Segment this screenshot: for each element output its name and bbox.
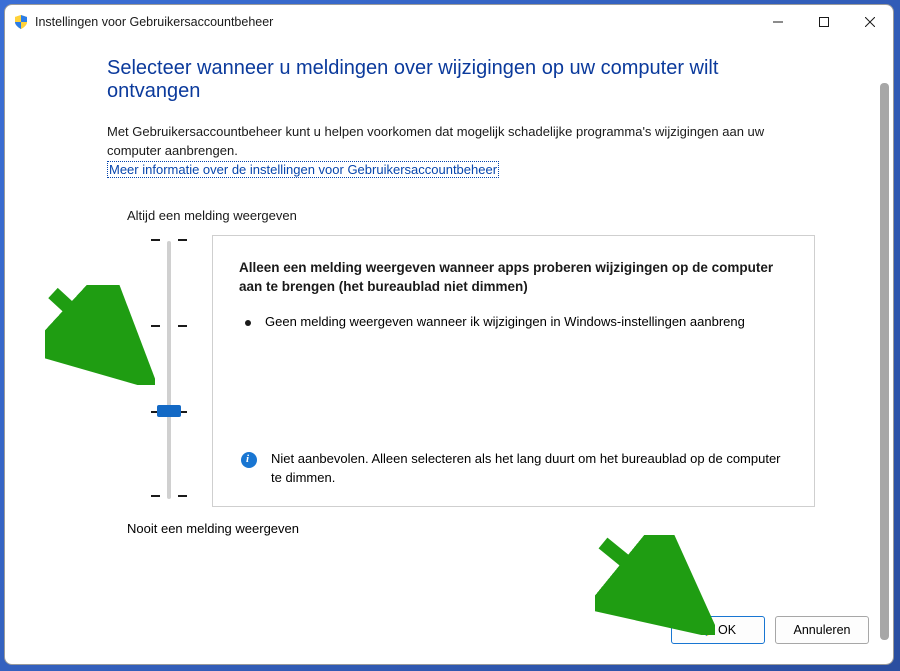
level-warning-text: Niet aanbevolen. Alleen selecteren als h…	[271, 450, 790, 488]
ok-button[interactable]: OK	[671, 616, 765, 644]
uac-slider[interactable]	[107, 235, 212, 505]
minimize-button[interactable]	[755, 7, 801, 37]
cancel-button[interactable]: Annuleren	[775, 616, 869, 644]
level-bullet: Geen melding weergeven wanneer ik wijzig…	[239, 313, 790, 332]
content-area: Selecteer wanneer u meldingen over wijzi…	[5, 39, 893, 664]
slider-label-never: Nooit een melding weergeven	[127, 521, 815, 536]
title-bar: Instellingen voor Gebruikersaccountbehee…	[5, 5, 893, 39]
level-info-panel: Alleen een melding weergeven wanneer app…	[212, 235, 815, 507]
level-bullet-text: Geen melding weergeven wanneer ik wijzig…	[265, 313, 745, 332]
vertical-scrollbar[interactable]	[880, 83, 889, 640]
window-title: Instellingen voor Gebruikersaccountbehee…	[35, 15, 755, 29]
notification-slider-block: Altijd een melding weergeven Alleen een …	[107, 208, 815, 536]
level-warning: Niet aanbevolen. Alleen selecteren als h…	[239, 450, 790, 488]
learn-more-link[interactable]: Meer informatie over de instellingen voo…	[107, 161, 499, 178]
description-text: Met Gebruikersaccountbeheer kunt u helpe…	[107, 124, 764, 158]
slider-track	[167, 241, 171, 499]
level-title: Alleen een melding weergeven wanneer app…	[239, 258, 790, 297]
slider-tick	[151, 325, 187, 327]
page-description: Met Gebruikersaccountbeheer kunt u helpe…	[107, 123, 815, 180]
slider-thumb[interactable]	[157, 405, 181, 417]
close-button[interactable]	[847, 7, 893, 37]
cancel-button-label: Annuleren	[794, 623, 851, 637]
info-icon	[241, 452, 257, 468]
bullet-icon	[245, 320, 251, 326]
slider-label-always: Altijd een melding weergeven	[127, 208, 815, 223]
slider-tick	[151, 239, 187, 241]
shield-icon	[700, 623, 714, 637]
uac-settings-window: Instellingen voor Gebruikersaccountbehee…	[4, 4, 894, 665]
dialog-buttons: OK Annuleren	[671, 616, 869, 644]
shield-icon	[13, 14, 29, 30]
slider-tick	[151, 495, 187, 497]
ok-button-label: OK	[718, 623, 736, 637]
maximize-button[interactable]	[801, 7, 847, 37]
page-heading: Selecteer wanneer u meldingen over wijzi…	[107, 57, 815, 103]
